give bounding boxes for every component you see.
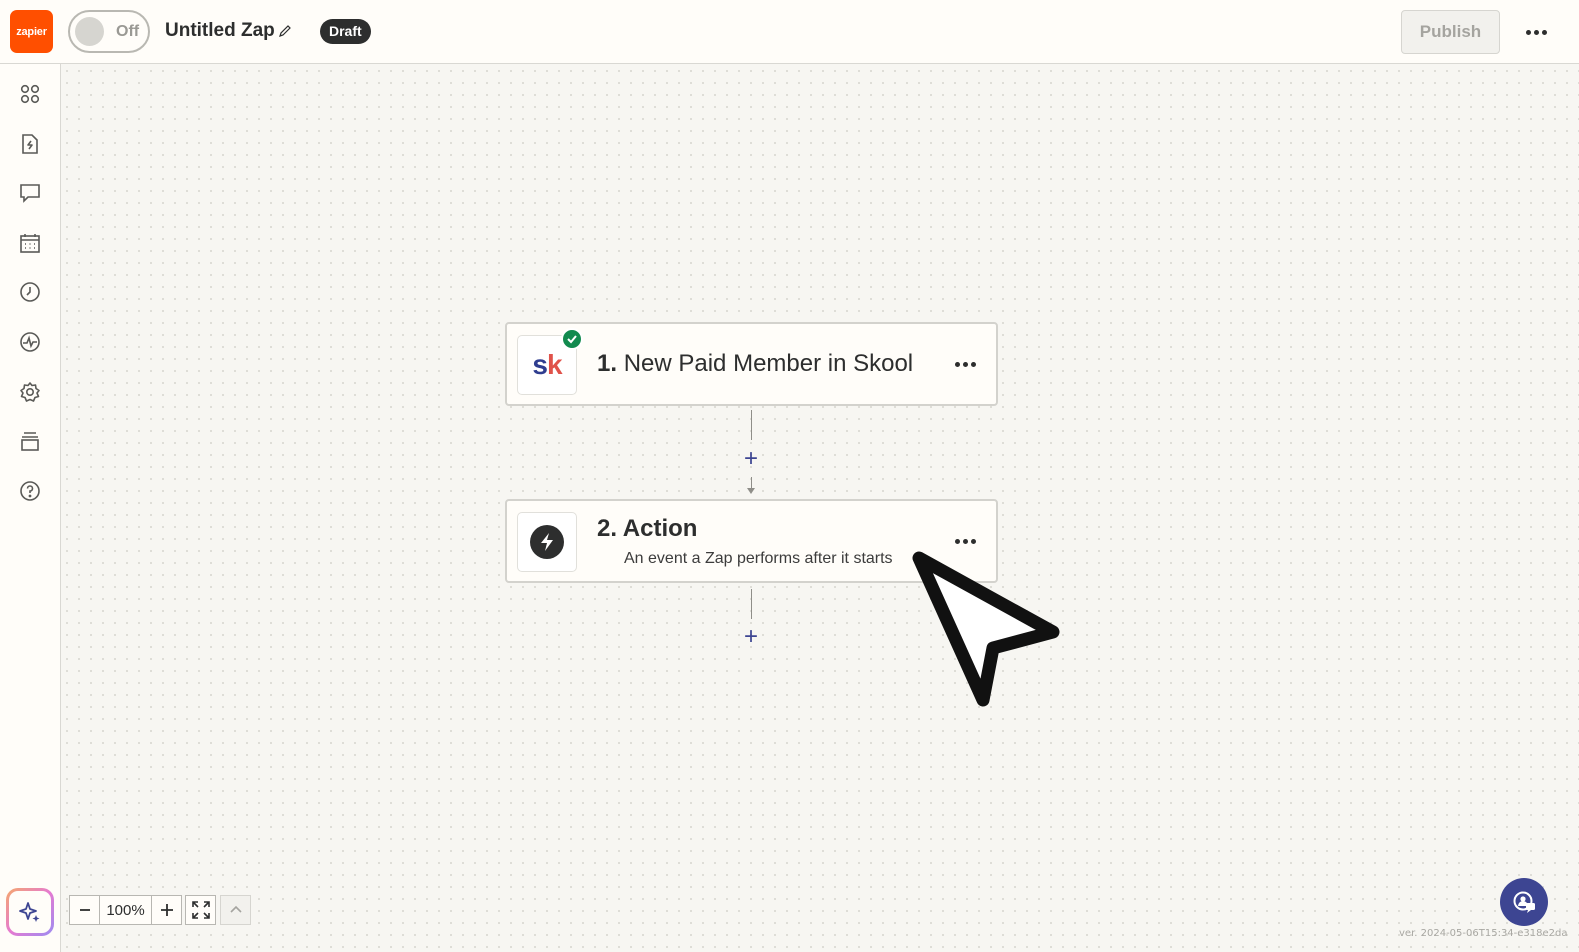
top-bar: zapier Off Untitled Zap Draft Publish (0, 0, 1579, 64)
toggle-knob (75, 17, 104, 46)
left-sidebar (0, 64, 61, 952)
status-badge: Draft (320, 19, 371, 44)
chevron-up-icon (229, 905, 242, 913)
zoom-in-button[interactable] (151, 895, 182, 925)
history-icon[interactable] (17, 279, 43, 305)
sparkle-icon (19, 902, 40, 922)
zoom-out-button[interactable] (69, 895, 100, 925)
collapse-button[interactable] (220, 895, 251, 925)
step-title: 1. New Paid Member in Skool (597, 350, 914, 377)
step-subtitle: An event a Zap performs after it starts (624, 550, 893, 567)
more-options-icon[interactable] (1520, 20, 1552, 44)
zap-on-off-toggle[interactable]: Off (68, 10, 150, 53)
fit-to-view-button[interactable] (185, 895, 216, 925)
connector-line (751, 589, 752, 619)
toggle-label: Off (116, 23, 140, 40)
support-icon (1513, 891, 1535, 913)
apps-icon[interactable] (17, 81, 43, 107)
expand-icon (191, 901, 210, 919)
version-text: ver. 2024-05-06T15:34-e318e2da (1399, 928, 1568, 939)
step-more-options-icon[interactable] (949, 356, 981, 372)
check-icon (561, 328, 583, 350)
zoom-level: 100% (100, 895, 151, 925)
zap-file-icon[interactable] (17, 131, 43, 157)
zoom-controls: 100% (69, 895, 182, 925)
ai-copilot-button[interactable] (6, 888, 54, 936)
step-more-options-icon[interactable] (949, 533, 981, 549)
settings-icon[interactable] (17, 379, 43, 405)
zap-title[interactable]: Untitled Zap (165, 20, 275, 42)
zapier-logo[interactable]: zapier (10, 10, 53, 53)
calendar-icon[interactable] (17, 230, 43, 256)
connector-line (751, 410, 752, 440)
publish-button[interactable]: Publish (1401, 10, 1500, 54)
comment-icon[interactable] (17, 180, 43, 206)
edit-pencil-icon[interactable] (278, 24, 292, 38)
lightning-bolt-icon (530, 525, 564, 559)
connector-arrow-icon (747, 488, 755, 494)
support-chat-button[interactable] (1500, 878, 1548, 926)
add-step-plus-icon[interactable]: + (741, 625, 761, 649)
step-title: 2. Action (597, 515, 698, 542)
add-step-plus-icon[interactable]: + (741, 447, 761, 471)
versions-icon[interactable] (17, 428, 43, 454)
mouse-pointer-icon (912, 551, 1060, 707)
action-app-tile (517, 512, 577, 572)
trigger-step-card[interactable]: sk 1. New Paid Member in Skool (505, 322, 998, 406)
activity-icon[interactable] (17, 329, 43, 355)
help-icon[interactable] (17, 478, 43, 504)
